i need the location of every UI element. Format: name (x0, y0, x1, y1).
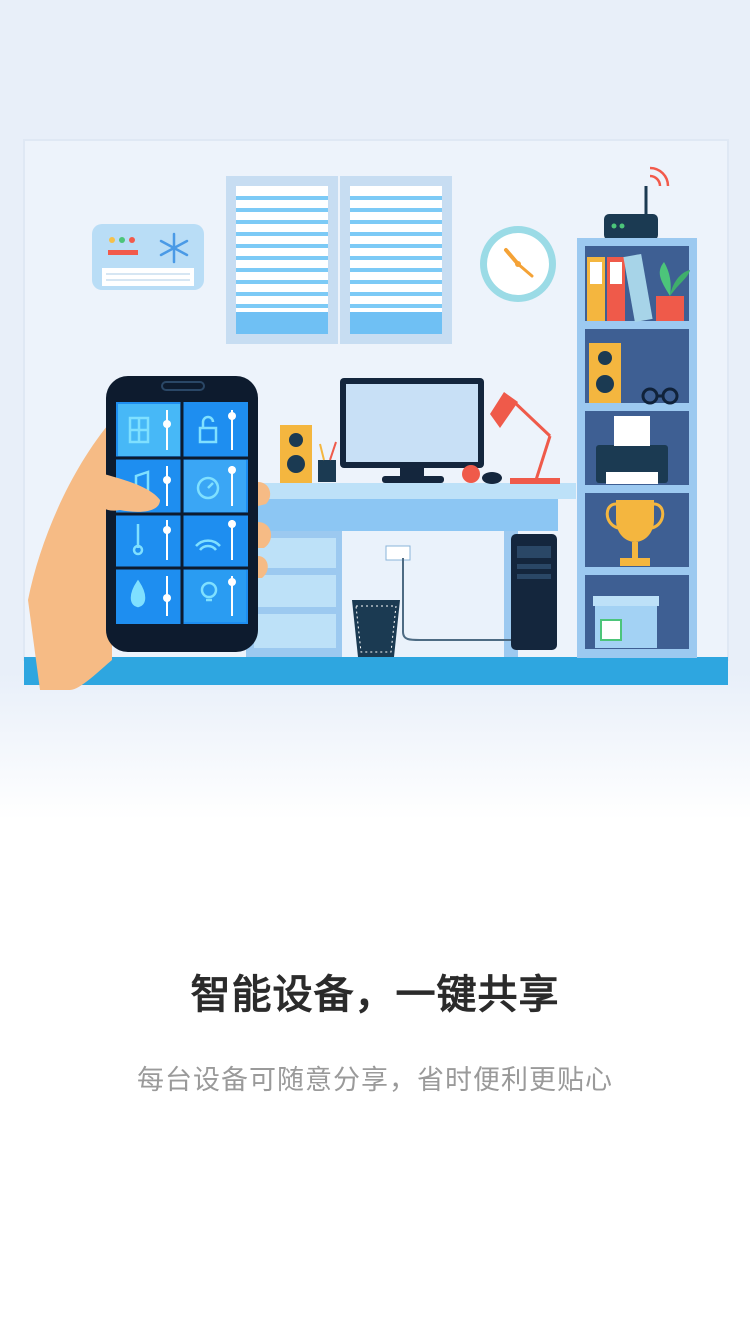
air-conditioner-icon (92, 224, 204, 290)
wall-clock-icon (480, 226, 556, 302)
trash-bin-icon (352, 600, 400, 657)
monitor-icon (340, 378, 484, 483)
onboarding-subtitle: 每台设备可随意分享，省时便利更贴心 (137, 1065, 613, 1096)
floor (24, 657, 728, 685)
pc-tower-icon (511, 534, 557, 650)
smart-home-illustration (23, 139, 729, 690)
bookshelf-icon (577, 238, 697, 658)
onboarding-title: 智能设备，一键共享 (190, 972, 560, 1018)
